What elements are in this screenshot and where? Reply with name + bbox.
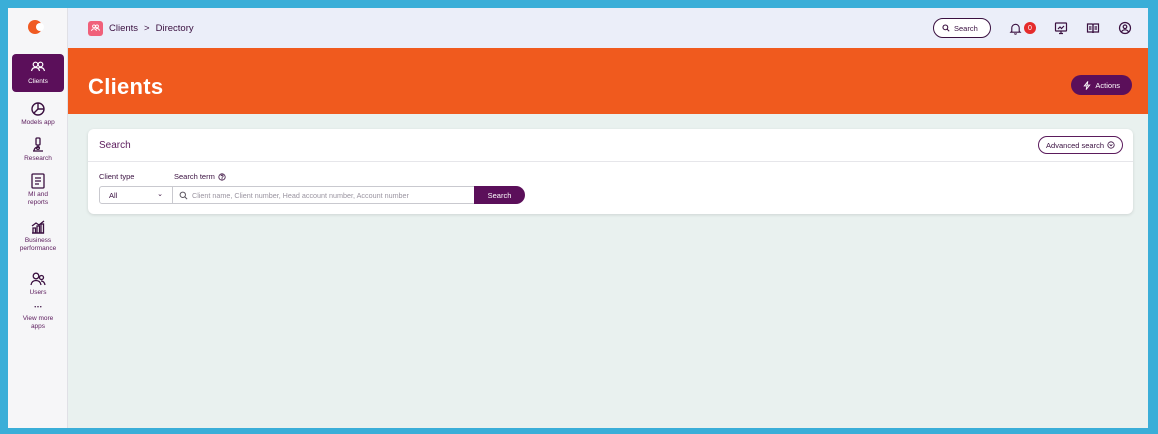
notifications-button[interactable]: 0: [1009, 22, 1036, 35]
client-type-select[interactable]: All ⌄: [99, 186, 173, 204]
user-profile-icon[interactable]: [1118, 21, 1132, 35]
rail-item-models-app[interactable]: Models app: [8, 100, 68, 127]
advanced-search-label: Advanced search: [1046, 140, 1104, 150]
breadcrumb: Clients > Directory: [109, 23, 194, 34]
bar-growth-icon: [31, 220, 45, 234]
app-window: Clients Models app Research MI and repor…: [8, 8, 1148, 428]
brand-logo[interactable]: [28, 20, 48, 34]
breadcrumb-separator: >: [144, 22, 150, 34]
rail-item-label: View more apps: [22, 315, 54, 330]
client-type-value: All: [109, 190, 118, 200]
book-icon[interactable]: [1086, 21, 1100, 35]
rail-item-label: MI and reports: [27, 191, 49, 206]
client-type-label: Client type: [99, 172, 135, 181]
clients-app-icon: [88, 20, 103, 36]
search-icon: [942, 24, 950, 32]
lightning-icon: [1083, 80, 1092, 90]
global-search-button[interactable]: Search: [933, 18, 991, 38]
rail-item-label: Users: [29, 289, 47, 296]
rail-item-label: Business performance: [19, 237, 57, 252]
presentation-icon[interactable]: [1054, 21, 1068, 35]
users-icon: [30, 61, 46, 72]
page-banner: Clients Actions: [68, 48, 1148, 114]
rail-item-research[interactable]: Research: [8, 136, 68, 163]
search-icon: [179, 191, 188, 199]
rail-item-clients[interactable]: Clients: [12, 54, 64, 92]
search-button[interactable]: Search: [474, 186, 525, 204]
chevron-down-circle-icon: [1107, 141, 1115, 149]
help-icon[interactable]: [218, 172, 226, 181]
breadcrumb-clients[interactable]: Clients: [109, 23, 138, 34]
notification-badge: 0: [1024, 22, 1036, 34]
report-icon: [31, 173, 45, 189]
rail-item-label: Research: [24, 155, 52, 162]
actions-button[interactable]: Actions: [1071, 75, 1132, 95]
rail-item-label: Models app: [21, 119, 55, 126]
microscope-icon: [33, 137, 43, 152]
search-term-field[interactable]: [173, 186, 475, 204]
rail-item-label: Clients: [28, 78, 48, 85]
rail-item-view-more-apps[interactable]: View more apps: [8, 304, 68, 331]
rail-item-mi-and-reports[interactable]: MI and reports: [8, 172, 68, 207]
search-term-label: Search term: [174, 172, 226, 181]
actions-label: Actions: [1095, 80, 1120, 90]
more-dots-icon: [34, 306, 42, 308]
top-bar-actions: Search 0: [933, 8, 1132, 48]
pie-chart-icon: [31, 102, 45, 116]
search-card: Search Advanced search Client type Searc…: [88, 129, 1133, 214]
search-term-input[interactable]: [192, 190, 472, 200]
advanced-search-button[interactable]: Advanced search: [1038, 136, 1123, 154]
breadcrumb-directory: Directory: [155, 22, 194, 34]
card-divider: [88, 161, 1133, 162]
bell-icon: [1009, 23, 1022, 35]
page-title: Clients: [88, 74, 164, 99]
chevron-down-icon: ⌄: [157, 191, 163, 198]
user-group-icon: [30, 272, 46, 286]
rail-item-users[interactable]: Users: [8, 270, 68, 297]
app-rail: Clients Models app Research MI and repor…: [8, 8, 68, 428]
top-bar: Clients > Directory Search 0: [68, 8, 1148, 48]
rail-item-business-performance[interactable]: Business performance: [8, 218, 68, 253]
global-search-label: Search: [954, 23, 978, 33]
search-card-title: Search: [99, 140, 131, 151]
